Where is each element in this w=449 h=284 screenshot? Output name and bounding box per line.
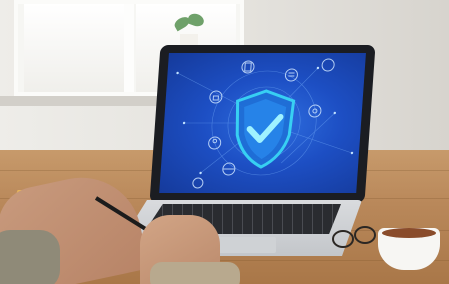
right-sleeve (150, 262, 240, 284)
tea-cup (374, 222, 446, 272)
globe-icon (222, 162, 236, 176)
chip-icon (192, 177, 204, 189)
laptop-display (159, 53, 366, 193)
user-icon (208, 136, 222, 150)
document-icon (241, 60, 255, 74)
potted-plant (170, 11, 210, 48)
security-graphic (176, 58, 354, 189)
photo-scene (0, 0, 449, 284)
eyeglasses (330, 222, 380, 252)
laptop-lid (149, 45, 376, 203)
window-pane (24, 4, 124, 92)
shield-check-icon (235, 89, 296, 169)
window-mullion (124, 4, 134, 92)
tea-surface (382, 228, 436, 238)
left-sleeve (0, 230, 60, 284)
cloud-icon (321, 58, 335, 72)
